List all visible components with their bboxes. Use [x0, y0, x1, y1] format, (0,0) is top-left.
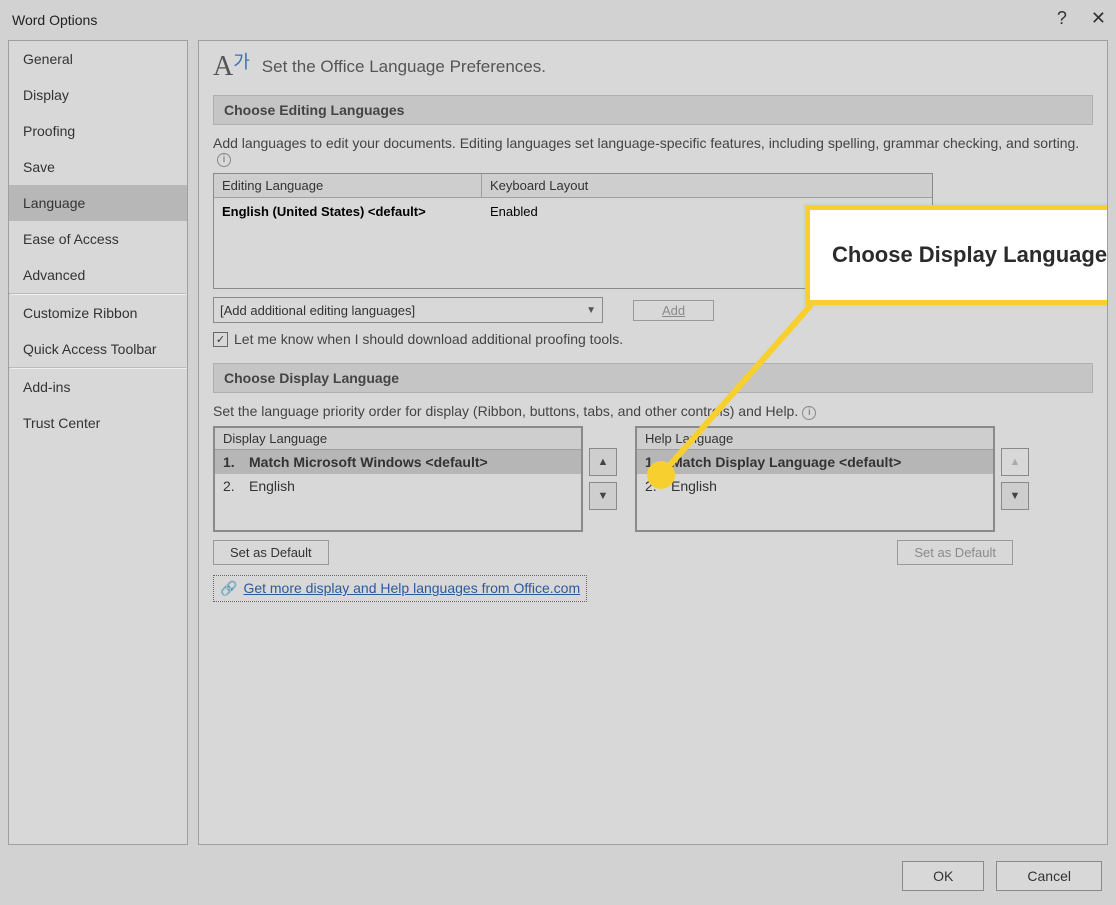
- get-more-languages-link[interactable]: 🔗 Get more display and Help languages fr…: [213, 575, 587, 602]
- info-icon[interactable]: i: [217, 153, 231, 167]
- proofing-tools-label: Let me know when I should download addit…: [234, 331, 623, 347]
- sidebar-item-customize-ribbon[interactable]: Customize Ribbon: [9, 295, 187, 331]
- sidebar-item-advanced[interactable]: Advanced: [9, 257, 187, 293]
- display-language-list[interactable]: Display Language 1. Match Microsoft Wind…: [213, 426, 583, 532]
- set-as-default-help-button[interactable]: Set as Default: [897, 540, 1013, 565]
- titlebar: Word Options ? ✕: [0, 0, 1116, 40]
- sidebar-item-language[interactable]: Language: [9, 185, 187, 221]
- list-item[interactable]: 2. English: [215, 474, 581, 498]
- help-move-up-button[interactable]: ▲: [1001, 448, 1029, 476]
- editing-section-header: Choose Editing Languages: [213, 95, 1093, 125]
- dialog-title: Word Options: [12, 12, 97, 28]
- list-item[interactable]: 2. English: [637, 474, 993, 498]
- sidebar-item-save[interactable]: Save: [9, 149, 187, 185]
- help-icon[interactable]: ?: [1057, 8, 1067, 29]
- language-icon: A가: [213, 53, 250, 81]
- display-move-down-button[interactable]: ▼: [589, 482, 617, 510]
- link-icon: 🔗: [220, 580, 237, 597]
- main-panel: A가 Set the Office Language Preferences. …: [198, 40, 1108, 845]
- help-move-down-button[interactable]: ▼: [1001, 482, 1029, 510]
- display-move-up-button[interactable]: ▲: [589, 448, 617, 476]
- set-as-default-display-button[interactable]: Set as Default: [213, 540, 329, 565]
- add-language-combo[interactable]: [Add additional editing languages] ▼: [213, 297, 603, 323]
- sidebar-item-ease-of-access[interactable]: Ease of Access: [9, 221, 187, 257]
- list-item[interactable]: 1. Match Display Language <default>: [637, 450, 993, 474]
- close-icon[interactable]: ✕: [1091, 8, 1106, 29]
- chevron-down-icon: ▼: [586, 305, 596, 316]
- sidebar-item-general[interactable]: General: [9, 41, 187, 77]
- callout-dot: [647, 461, 675, 489]
- info-icon[interactable]: i: [802, 406, 816, 420]
- editing-desc: Add languages to edit your documents. Ed…: [213, 135, 1093, 167]
- sidebar-item-proofing[interactable]: Proofing: [9, 113, 187, 149]
- callout-highlight: Choose Display Language: [805, 205, 1108, 305]
- add-button[interactable]: Add: [633, 300, 714, 321]
- page-heading: Set the Office Language Preferences.: [262, 57, 546, 77]
- sidebar-item-display[interactable]: Display: [9, 77, 187, 113]
- sidebar: General Display Proofing Save Language E…: [8, 40, 188, 845]
- sidebar-item-addins[interactable]: Add-ins: [9, 369, 187, 405]
- sidebar-item-quick-access-toolbar[interactable]: Quick Access Toolbar: [9, 331, 187, 367]
- list-item[interactable]: 1. Match Microsoft Windows <default>: [215, 450, 581, 474]
- cancel-button[interactable]: Cancel: [996, 861, 1102, 891]
- help-language-list[interactable]: Help Language 1. Match Display Language …: [635, 426, 995, 532]
- display-section-header: Choose Display Language: [213, 363, 1093, 393]
- display-desc: Set the language priority order for disp…: [213, 403, 1093, 419]
- ok-button[interactable]: OK: [902, 861, 984, 891]
- proofing-tools-checkbox[interactable]: ✓: [213, 332, 228, 347]
- word-options-dialog: Word Options ? ✕ General Display Proofin…: [0, 0, 1116, 905]
- col-editing-language: Editing Language: [214, 174, 482, 197]
- sidebar-item-trust-center[interactable]: Trust Center: [9, 405, 187, 441]
- col-keyboard-layout: Keyboard Layout: [482, 174, 682, 197]
